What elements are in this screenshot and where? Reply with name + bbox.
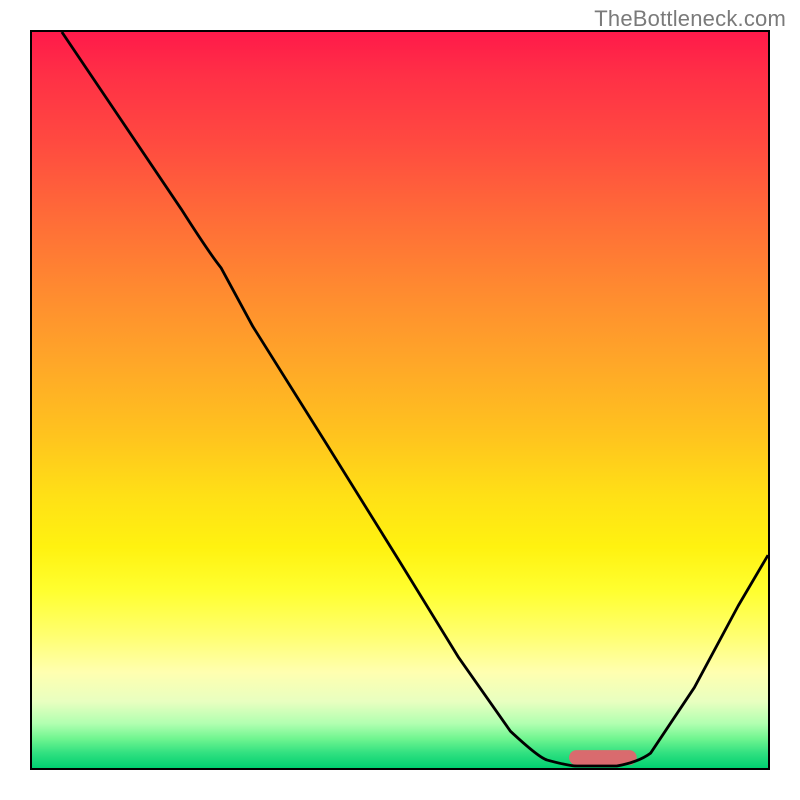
chart-svg: [32, 32, 768, 768]
chart-frame: [30, 30, 770, 770]
watermark-text: TheBottleneck.com: [594, 6, 786, 32]
bottleneck-curve: [62, 32, 768, 766]
